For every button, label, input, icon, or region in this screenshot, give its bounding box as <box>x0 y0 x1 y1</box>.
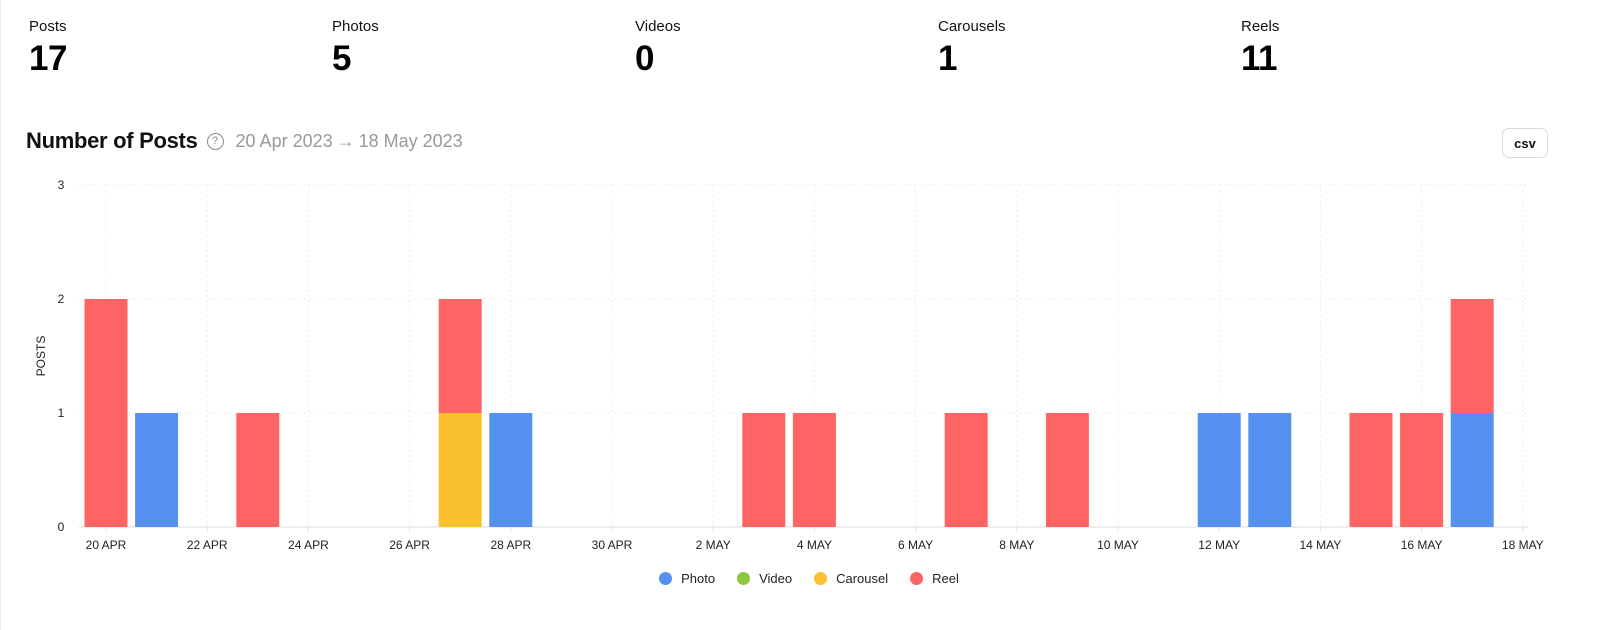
legend-dot-icon <box>737 572 751 585</box>
x-tick-label: 24 APR <box>288 538 329 552</box>
bar-photo-21-apr[interactable] <box>135 413 179 527</box>
question-circle-icon[interactable]: ? <box>206 132 224 150</box>
stat-carousels: Carousels 1 <box>938 18 1006 79</box>
date-range: 20 Apr 2023 → 18 May 2023 <box>236 131 463 152</box>
y-axis-label: POSTS <box>34 336 48 377</box>
date-start: 20 Apr 2023 <box>235 130 333 151</box>
x-tick-label: 2 MAY <box>696 538 731 552</box>
x-tick-label: 20 APR <box>86 538 127 552</box>
stat-label: Carousels <box>938 18 1006 35</box>
posts-analytics-card: Posts 17 Photos 5 Videos 0 Carousels 1 R… <box>0 0 1600 630</box>
stat-reels: Reels 11 <box>1241 18 1279 79</box>
legend-label: Reel <box>932 571 959 586</box>
x-tick-label: 26 APR <box>389 538 430 552</box>
bar-reel-16-may[interactable] <box>1400 413 1444 527</box>
legend-dot-icon <box>659 572 673 585</box>
bar-reel-20-apr[interactable] <box>84 299 128 527</box>
legend-item-carousel[interactable]: Carousel <box>814 571 888 586</box>
bar-reel-27-apr[interactable] <box>438 299 482 413</box>
legend-label: Photo <box>681 571 716 586</box>
stat-label: Photos <box>332 18 379 35</box>
posts-bar-chart: 0 1 2 3 20 APR 22 APR 24 APR 26 APR 28 APR 30 APR… <box>34 178 1544 552</box>
bar-reel-7-may[interactable] <box>944 413 988 527</box>
x-tick-label: 4 MAY <box>797 538 832 552</box>
stat-photos: Photos 5 <box>332 18 379 79</box>
x-tick-label: 8 MAY <box>999 538 1034 552</box>
chart-legend: Photo Video Carousel Reel <box>1 571 1600 586</box>
x-tick-label: 28 APR <box>490 538 531 552</box>
stat-value: 11 <box>1241 39 1278 78</box>
legend-dot-icon <box>910 572 924 585</box>
legend-item-video[interactable]: Video <box>737 571 792 586</box>
bar-reel-23-apr[interactable] <box>236 413 280 527</box>
x-tick-label: 14 MAY <box>1300 538 1342 552</box>
stat-value: 0 <box>635 39 654 78</box>
stat-value: 17 <box>29 39 67 78</box>
legend-item-reel[interactable]: Reel <box>910 571 959 586</box>
bar-photo-13-may[interactable] <box>1248 413 1292 527</box>
chart-title: Number of Posts <box>26 128 198 153</box>
x-tick-label: 12 MAY <box>1198 538 1240 552</box>
chart-header: Number of Posts ? 20 Apr 2023 → 18 May 2… <box>26 126 463 156</box>
x-tick-label: 18 MAY <box>1502 538 1544 552</box>
bar-reel-17-may[interactable] <box>1450 299 1494 413</box>
csv-export-button[interactable]: csv <box>1502 128 1548 158</box>
bar-photo-28-apr[interactable] <box>489 413 533 527</box>
x-tick-label: 16 MAY <box>1401 538 1443 552</box>
arrow-right-icon: → <box>336 130 355 151</box>
stat-posts: Posts 17 <box>29 18 67 79</box>
x-tick-label: 10 MAY <box>1097 538 1139 552</box>
stat-value: 1 <box>938 39 957 78</box>
x-tick-label: 30 APR <box>592 538 633 552</box>
bar-photo-17-may[interactable] <box>1450 413 1494 527</box>
bar-reel-4-may[interactable] <box>792 413 836 527</box>
y-tick-label: 2 <box>58 292 65 306</box>
y-tick-label: 1 <box>58 406 65 420</box>
legend-label: Carousel <box>836 571 889 586</box>
y-tick-label: 3 <box>58 178 65 192</box>
y-tick-label: 0 <box>58 520 65 534</box>
legend-dot-icon <box>814 572 828 585</box>
legend-label: Video <box>759 571 793 586</box>
bar-reel-9-may[interactable] <box>1045 413 1089 527</box>
stat-label: Videos <box>635 18 681 35</box>
stat-value: 5 <box>332 39 351 78</box>
stats-row: Posts 17 Photos 5 Videos 0 Carousels 1 R… <box>29 18 1589 88</box>
stat-label: Posts <box>29 18 67 35</box>
stat-label: Reels <box>1241 18 1280 35</box>
stat-videos: Videos 0 <box>635 18 681 79</box>
bar-reel-3-may[interactable] <box>742 413 786 527</box>
bar-photo-12-may[interactable] <box>1197 413 1241 527</box>
x-tick-label: 6 MAY <box>898 538 933 552</box>
date-end: 18 May 2023 <box>358 130 463 151</box>
x-tick-label: 22 APR <box>187 538 228 552</box>
bar-reel-15-may[interactable] <box>1349 413 1393 527</box>
bar-carousel-27-apr[interactable] <box>438 413 482 527</box>
legend-item-photo[interactable]: Photo <box>659 571 715 586</box>
